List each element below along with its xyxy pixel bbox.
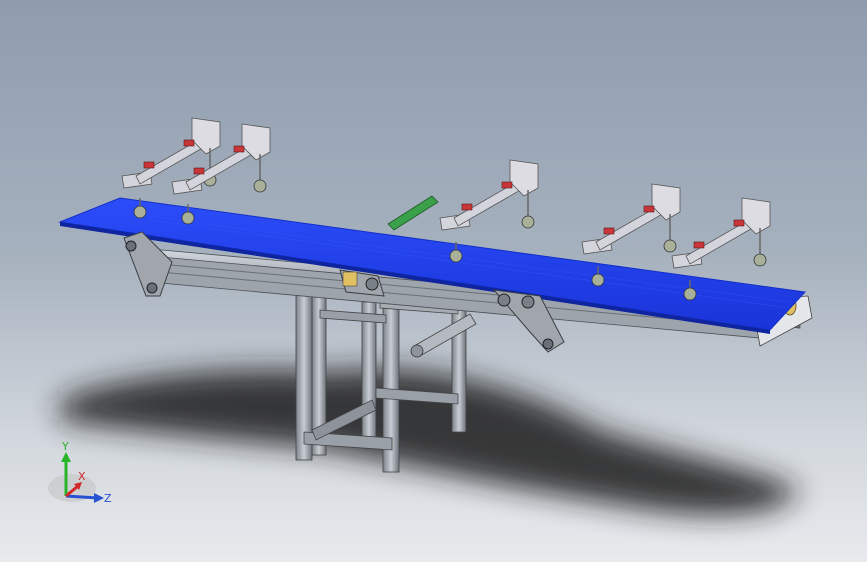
triad-label-y: Y [61,440,69,453]
arm-clamp[interactable] [501,181,513,189]
triad-z-axis [65,494,99,500]
arm-clamp[interactable] [693,241,705,249]
bracket-left-pivot-1 [125,240,137,252]
caster-arm[interactable] [439,159,539,231]
belt-caster-wheel[interactable] [591,273,605,287]
arm-clamp[interactable] [603,227,615,235]
arm-clamp[interactable] [193,167,205,175]
arm-clamp[interactable] [733,219,745,227]
stand-leg-back-right [361,301,377,443]
bracket-right-pivot-2 [542,338,554,350]
bracket-mid-pivot [365,277,379,291]
arm-caster-wheel[interactable] [253,179,267,193]
triad-label-z: Z [104,492,112,505]
arm-clamp[interactable] [233,145,245,153]
triad-z-arrow [94,493,104,503]
bracket-right-pivot-3 [521,295,535,309]
bracket-mid-block [342,271,358,287]
adjust-cylinder [413,313,477,357]
conveyor-model[interactable]: Y X Z [0,0,867,562]
green-guide[interactable] [387,195,439,231]
arm-caster-wheel[interactable] [521,215,535,229]
arm-clamp[interactable] [643,205,655,213]
triad-label-x: X [78,470,86,483]
guide-bar [387,195,439,231]
arm-rail [595,203,667,251]
arm-caster-wheel[interactable] [753,253,767,267]
caster-arm[interactable] [171,123,271,195]
arm-rail [685,217,757,265]
caster-arm[interactable] [671,197,771,269]
arm-clamp[interactable] [183,139,195,147]
arm-clamp[interactable] [143,161,155,169]
cylinder-end [410,344,424,358]
arm-caster-wheel[interactable] [663,239,677,253]
bracket-left-pivot-2 [146,282,158,294]
caster-arm[interactable] [581,183,681,255]
belt-caster-wheel[interactable] [133,205,147,219]
bracket-right-pivot-1 [497,293,511,307]
ground-shadow [60,369,800,515]
triad-y-arrow [61,452,71,462]
belt-caster-wheel[interactable] [181,211,195,225]
belt-caster-wheel[interactable] [683,287,697,301]
arm-rail [453,179,525,227]
coordinate-triad-icon: Y X Z [48,440,112,505]
belt-caster-wheel[interactable] [449,249,463,263]
shadow-blob [60,369,800,515]
cad-viewport[interactable]: Y X Z [0,0,867,562]
arm-clamp[interactable] [461,203,473,211]
